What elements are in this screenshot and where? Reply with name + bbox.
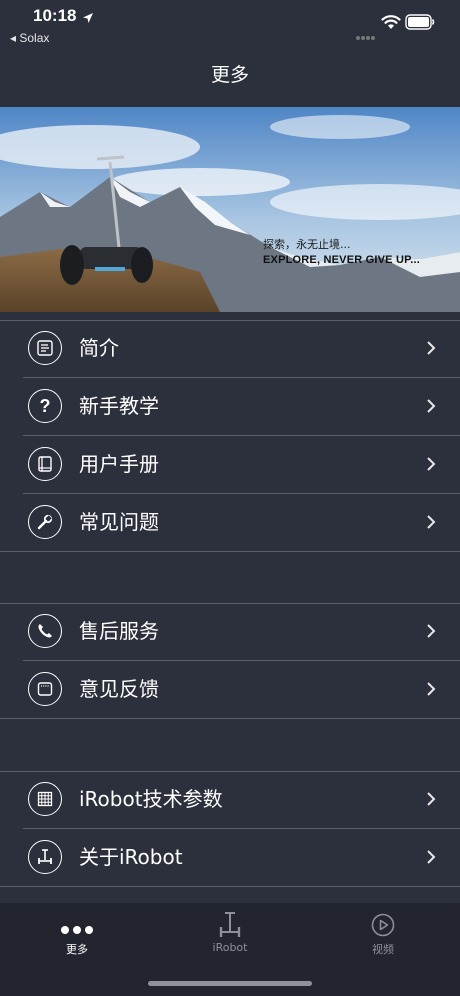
chevron-right-icon <box>426 791 436 811</box>
more-dots-icon <box>60 920 94 939</box>
chevron-right-icon <box>426 623 436 643</box>
play-icon <box>371 913 395 941</box>
page-title: 更多 <box>210 64 249 86</box>
chevron-right-icon <box>426 681 436 701</box>
menu-item-label: 意见反馈 <box>79 677 159 701</box>
tab-label: iRobot <box>212 941 248 954</box>
menu-item-faq[interactable]: 常见问题 <box>0 494 460 552</box>
banner-image: 探索，永无止境... EXPLORE, NEVER GIVE UP... <box>0 107 460 312</box>
grid-icon <box>28 782 62 816</box>
document-icon <box>28 331 62 365</box>
cellular-signal-icon <box>356 26 376 45</box>
menu-item-label: 关于iRobot <box>79 845 183 869</box>
menu-item-user-manual[interactable]: 用户手册 <box>0 436 460 494</box>
menu-item-about[interactable]: 关于iRobot <box>0 829 460 887</box>
question-icon: ? <box>28 389 62 423</box>
menu-item-feedback[interactable]: 意见反馈 <box>0 661 460 719</box>
tab-label: 更多 <box>66 943 88 956</box>
home-indicator <box>148 981 312 986</box>
menu-item-tutorial[interactable]: ? 新手教学 <box>0 378 460 436</box>
scooter-icon <box>28 840 62 874</box>
menu-item-label: 新手教学 <box>79 394 159 418</box>
location-arrow-icon <box>82 9 94 28</box>
wifi-icon <box>381 14 401 34</box>
chevron-right-icon <box>426 456 436 476</box>
menu-item-label: 常见问题 <box>79 510 159 534</box>
tab-label: 视频 <box>372 943 394 956</box>
banner-tagline-cn: 探索，永无止境... <box>263 238 351 251</box>
menu-item-label: 售后服务 <box>79 619 159 643</box>
chevron-right-icon <box>426 514 436 534</box>
menu-item-label: 用户手册 <box>79 452 159 476</box>
scooter-icon <box>218 911 242 943</box>
menu-item-specs[interactable]: iRobot技术参数 <box>0 771 460 829</box>
menu-item-label: 简介 <box>79 336 119 360</box>
battery-icon <box>405 14 435 34</box>
menu-item-intro[interactable]: 简介 <box>0 320 460 378</box>
menu-group-info: 简介 ? 新手教学 用户手册 常见问题 <box>0 320 460 552</box>
back-to-app-link[interactable]: ◂ Solax <box>10 31 49 45</box>
banner-tagline-en: EXPLORE, NEVER GIVE UP... <box>263 254 421 266</box>
chevron-right-icon <box>426 849 436 869</box>
menu-item-label: iRobot技术参数 <box>79 787 223 811</box>
menu-group-support: 售后服务 意见反馈 <box>0 603 460 719</box>
menu-group-product: iRobot技术参数 关于iRobot <box>0 771 460 887</box>
wrench-icon <box>28 505 62 539</box>
menu-item-after-sales[interactable]: 售后服务 <box>0 603 460 661</box>
status-bar: 10:18 ◂ Solax <box>0 0 460 50</box>
phone-icon <box>28 614 62 648</box>
status-time: 10:18 <box>33 6 77 25</box>
chevron-right-icon <box>426 340 436 360</box>
feedback-icon <box>28 672 62 706</box>
chevron-right-icon <box>426 398 436 418</box>
book-icon <box>28 447 62 481</box>
